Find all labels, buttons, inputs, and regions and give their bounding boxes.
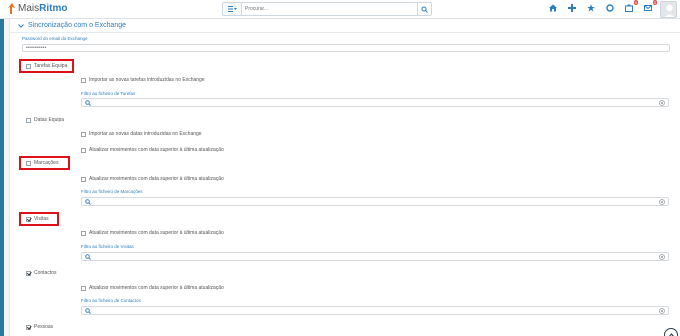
checkbox[interactable] [81, 230, 86, 236]
tasks-badge: 9 [633, 0, 638, 5]
app-logo[interactable]: Mais Ritmo [8, 3, 67, 14]
group-label: Datas Equipa [34, 117, 65, 123]
add-button[interactable] [567, 3, 576, 12]
clear-icon[interactable] [659, 199, 665, 205]
group-label: Marcações [34, 160, 59, 166]
checkbox[interactable] [81, 147, 86, 153]
scroll-to-top-button[interactable] [664, 328, 678, 336]
chevron-down-icon [18, 23, 24, 28]
checkbox[interactable] [26, 270, 31, 276]
search-icon [85, 254, 91, 260]
search-icon [85, 308, 91, 314]
messages-icon [643, 4, 652, 11]
exchange-section-header[interactable]: Sincronização com o Exchange [10, 19, 680, 33]
option-tarefas-import[interactable]: Importar as novas tarefas introduzidas n… [81, 77, 205, 83]
messages-badge: 0 [652, 0, 657, 5]
checkbox[interactable] [26, 160, 31, 166]
option-label: Importar as novas tarefas introduzidas n… [89, 77, 205, 83]
section-title: Sincronização com o Exchange [28, 22, 127, 29]
option-label: Atualizar movimentos com data superior à… [89, 230, 224, 236]
left-accent-strip [0, 19, 4, 336]
filter-input-tarefas[interactable] [81, 98, 669, 107]
messages-button[interactable]: 0 [643, 0, 657, 12]
home-icon [548, 4, 557, 11]
group-label: Pessoas [34, 324, 54, 330]
list-filter-icon [227, 6, 237, 12]
option-label: Atualizar movimentos com data superior à… [89, 285, 224, 291]
option-visitas-update[interactable]: Atualizar movimentos com data superior à… [81, 230, 224, 236]
option-contactos-update[interactable]: Atualizar movimentos com data superior à… [81, 285, 224, 291]
checkbox[interactable] [81, 285, 86, 291]
checkbox[interactable] [26, 63, 31, 69]
option-datas-update[interactable]: Atualizar movimentos com data superior à… [81, 147, 224, 153]
password-field[interactable]: •••••••••• [22, 44, 670, 52]
option-label: Atualizar movimentos com data superior à… [89, 147, 224, 153]
user-avatar[interactable] [660, 1, 677, 18]
search-icon [421, 6, 428, 13]
search-icon [85, 100, 91, 106]
group-checkbox-datas[interactable]: Datas Equipa [26, 117, 64, 123]
logo-mark-icon [8, 3, 15, 14]
checkbox[interactable] [26, 324, 31, 330]
filter-label-visitas: Filtro ao ficheiro de Visitas [81, 244, 134, 249]
filter-label-contactos: Filtro ao ficheiro de Contactos [81, 298, 141, 303]
option-marcacoes-update[interactable]: Atualizar movimentos com data superior à… [81, 176, 224, 182]
password-value: •••••••••• [26, 45, 47, 51]
group-label: Contactos [34, 270, 57, 276]
top-bar: MaisRitmo 9 [0, 0, 680, 19]
checkbox[interactable] [81, 131, 86, 137]
checkbox[interactable] [81, 77, 86, 83]
checkbox[interactable] [81, 176, 86, 182]
group-checkbox-marcacoes[interactable]: Marcações [26, 160, 58, 166]
main-content: Sincronização com o Exchange Password do… [9, 19, 680, 336]
filter-label-tarefas: Filtro ao ficheiro de Tarefas [81, 91, 136, 96]
group-label: Visitas [34, 216, 49, 222]
tasks-icon [624, 4, 633, 12]
search-icon [85, 199, 91, 205]
star-icon [586, 3, 595, 12]
option-label: Atualizar movimentos com data superior à… [89, 176, 224, 182]
search-input[interactable] [242, 3, 417, 15]
group-checkbox-tarefas[interactable]: Tarefas Equipa [26, 63, 67, 69]
clear-icon[interactable] [659, 254, 665, 260]
option-datas-import[interactable]: Importar as novas datas introduzidas no … [81, 131, 202, 137]
filter-input-visitas[interactable] [81, 252, 669, 261]
group-checkbox-visitas[interactable]: Visitas [26, 216, 49, 222]
search-bar [222, 2, 432, 16]
logo-suffix: Ritmo [39, 3, 68, 14]
favorites-button[interactable] [586, 3, 595, 12]
tasks-button[interactable]: 9 [624, 0, 638, 12]
clear-icon[interactable] [659, 308, 665, 314]
plus-icon [567, 3, 576, 12]
group-checkbox-pessoas[interactable]: Pessoas [26, 324, 53, 330]
logo-prefix: Mais [18, 3, 40, 14]
checkbox[interactable] [26, 216, 31, 222]
lifebuoy-icon [605, 3, 614, 12]
chevron-up-icon [668, 332, 674, 336]
search-filter-button[interactable] [223, 3, 242, 15]
filter-input-contactos[interactable] [81, 306, 669, 315]
group-label: Tarefas Equipa [34, 63, 68, 69]
top-actions: 9 0 [548, 0, 657, 12]
help-button[interactable] [605, 3, 614, 12]
checkbox[interactable] [26, 117, 31, 123]
group-checkbox-contactos[interactable]: Contactos [26, 270, 57, 276]
avatar-icon [664, 4, 675, 17]
option-label: Importar as novas datas introduzidas no … [89, 131, 202, 137]
search-button[interactable] [417, 3, 431, 15]
home-button[interactable] [548, 3, 557, 12]
filter-label-marcacoes: Filtro ao ficheiro de Marcações [81, 189, 143, 194]
clear-icon[interactable] [659, 100, 665, 106]
filter-input-marcacoes[interactable] [81, 197, 669, 206]
password-label: Password do email do Exchange [22, 36, 88, 41]
